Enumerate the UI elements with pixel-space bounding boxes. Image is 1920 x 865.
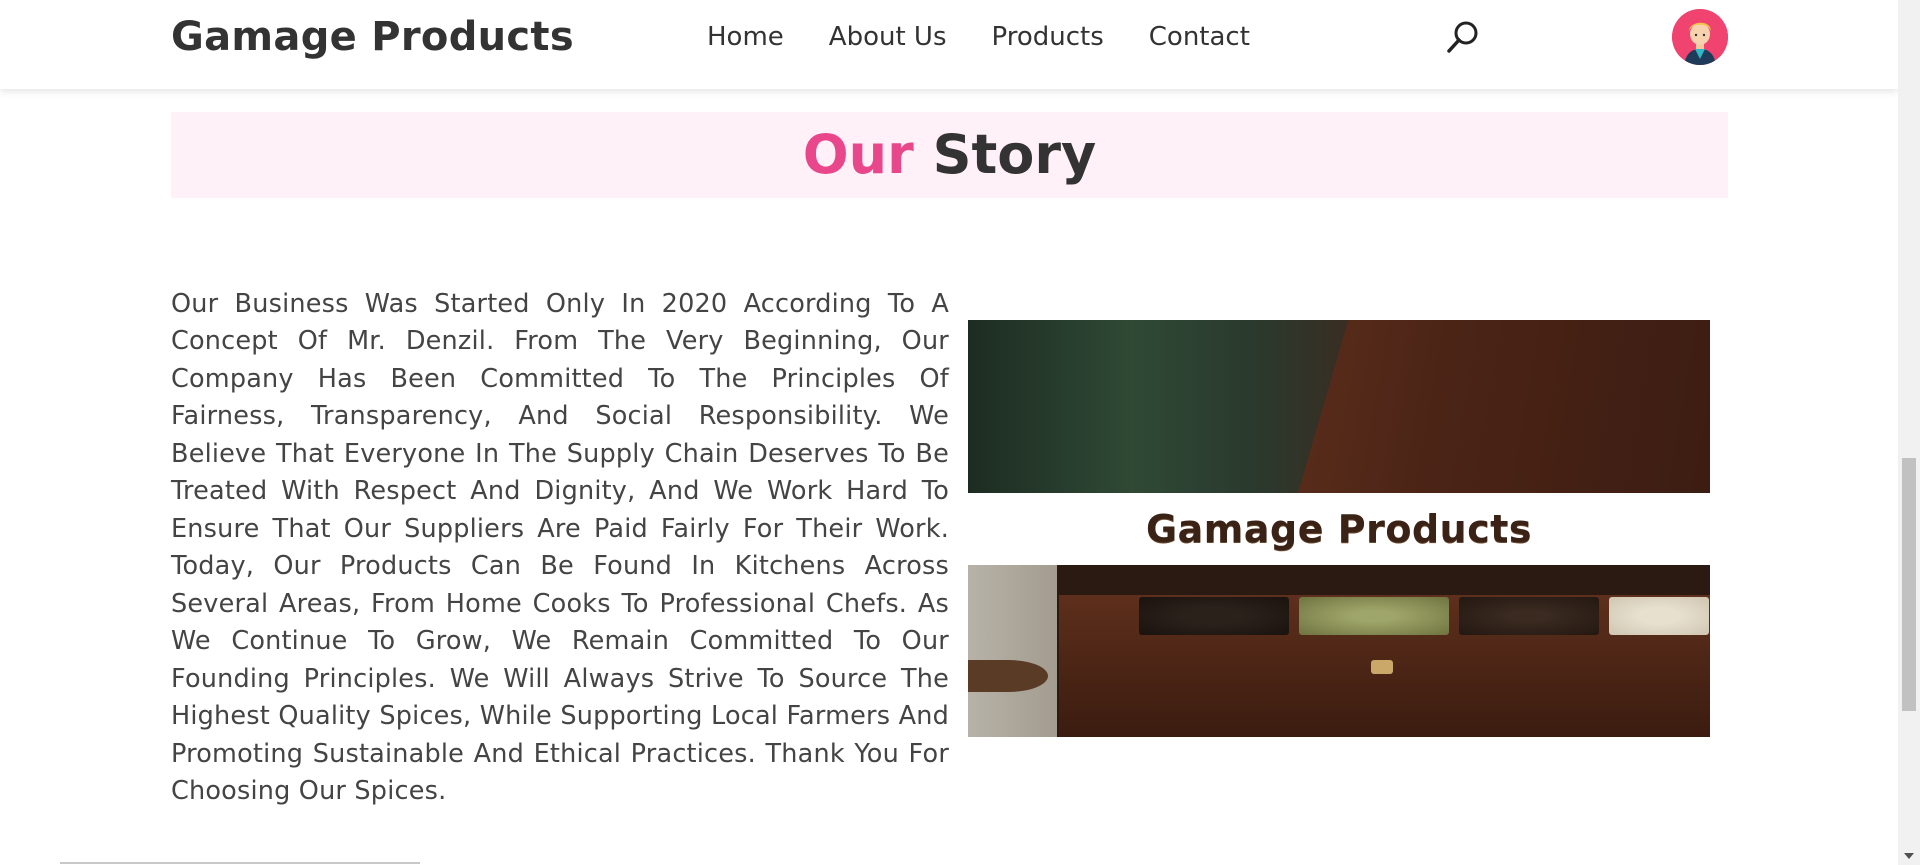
- box-latch: [1371, 660, 1393, 674]
- horizontal-scrollbar[interactable]: [60, 862, 420, 864]
- scrollbar-thumb[interactable]: [1902, 458, 1916, 711]
- box-lid: [1298, 320, 1710, 493]
- image-caption: Gamage Products: [1145, 507, 1533, 551]
- spice-compartment: [1459, 597, 1599, 635]
- page-title: Our Story: [171, 112, 1728, 198]
- scroll-down-icon[interactable]: [1904, 853, 1914, 859]
- story-heading-band: Our Story: [171, 112, 1728, 198]
- spice-compartment: [1299, 597, 1449, 635]
- image-lid-section: [968, 320, 1710, 493]
- nav-about-us[interactable]: About Us: [829, 22, 947, 52]
- story-paragraph: Our Business Was Started Only In 2020 Ac…: [171, 288, 949, 807]
- user-avatar-icon: [1672, 9, 1728, 65]
- avatar[interactable]: [1672, 9, 1728, 65]
- title-accent: Our: [802, 123, 914, 186]
- nav-home[interactable]: Home: [707, 22, 784, 52]
- page: Gamage Products Home About Us Products C…: [0, 0, 1898, 865]
- nav-contact[interactable]: Contact: [1149, 22, 1250, 52]
- spice-compartment: [1609, 597, 1709, 635]
- brand-logo[interactable]: Gamage Products: [171, 14, 574, 60]
- spice-box: [1059, 595, 1710, 737]
- main-nav: Home About Us Products Contact: [707, 22, 1250, 52]
- title-rest: Story: [932, 123, 1097, 186]
- spice-bowl: [968, 660, 1048, 692]
- spice-compartment: [1139, 597, 1289, 635]
- image-caption-band: Gamage Products: [968, 493, 1710, 565]
- story-image: Gamage Products: [968, 320, 1710, 737]
- site-header: Gamage Products Home About Us Products C…: [0, 0, 1898, 89]
- image-spice-box-section: [968, 565, 1710, 737]
- search-icon[interactable]: [1446, 20, 1480, 54]
- vertical-scrollbar[interactable]: [1898, 0, 1920, 865]
- nav-products[interactable]: Products: [992, 22, 1104, 52]
